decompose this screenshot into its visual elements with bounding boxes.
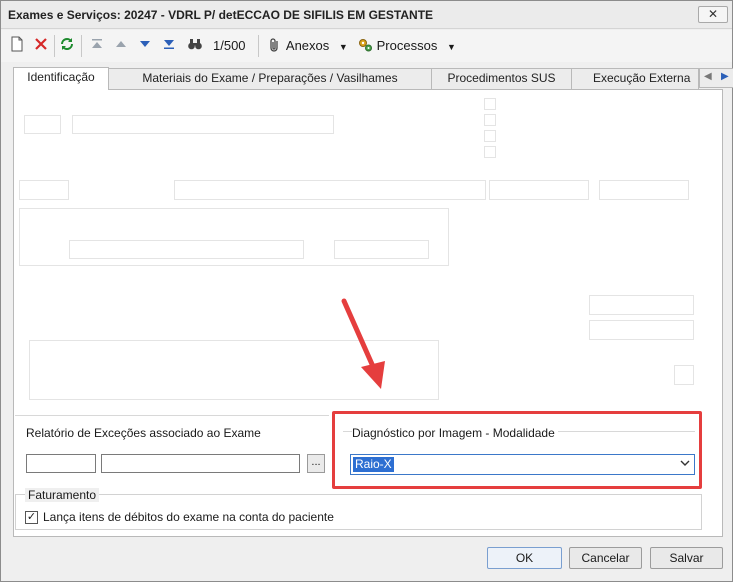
tab-strip: Identificação Materiais do Exame / Prepa… <box>13 67 733 90</box>
tab-scroll-right-icon[interactable]: ▶ <box>721 71 729 82</box>
obscured-field <box>589 295 694 315</box>
tab-materiais[interactable]: Materiais do Exame / Preparações / Vasil… <box>108 68 432 89</box>
first-record-icon[interactable] <box>89 36 105 56</box>
chevron-down-icon: ▼ <box>338 42 348 52</box>
ok-button[interactable]: OK <box>487 547 562 569</box>
window-title: Exames e Serviços: 20247 - VDRL P/ detEC… <box>8 8 434 22</box>
attachments-menu[interactable]: Anexos ▼ <box>267 36 348 56</box>
obscured-field <box>69 240 304 259</box>
obscured-field <box>489 180 589 200</box>
tab-identificacao[interactable]: Identificação <box>13 67 109 90</box>
obscured-checkbox <box>484 130 496 142</box>
save-button[interactable]: Salvar <box>650 547 723 569</box>
billing-checkbox[interactable]: ✓ <box>25 511 38 524</box>
delete-icon[interactable] <box>33 36 49 56</box>
billing-checkbox-label: Lança itens de débitos do exame na conta… <box>43 510 334 524</box>
chevron-down-icon: ▼ <box>446 42 456 52</box>
tab-execucao-externa[interactable]: Execução Externa <box>571 68 699 89</box>
obscured-field <box>334 240 429 259</box>
obscured-field <box>19 180 69 200</box>
obscured-field <box>72 115 334 134</box>
next-record-icon[interactable] <box>137 36 153 56</box>
tab-procedimentos-sus[interactable]: Procedimentos SUS <box>431 68 572 89</box>
record-counter: 1/500 <box>213 38 246 53</box>
toolbar: 1/500 Anexos ▼ Processos ▼ <box>1 30 732 62</box>
paperclip-icon <box>270 38 278 52</box>
processes-menu[interactable]: Processos ▼ <box>357 36 456 56</box>
obscured-field <box>599 180 689 200</box>
dialog-window: Exames e Serviços: 20247 - VDRL P/ detEC… <box>0 0 733 582</box>
processes-label: Processos <box>376 38 438 53</box>
refresh-icon[interactable] <box>59 36 75 56</box>
exceptions-report-title: Relatório de Exceções associado ao Exame <box>26 426 264 440</box>
toolbar-separator <box>54 35 55 57</box>
obscured-field <box>174 180 486 200</box>
close-button[interactable]: ✕ <box>698 6 728 23</box>
billing-title: Faturamento <box>25 488 100 502</box>
obscured-checkbox <box>484 98 496 110</box>
obscured-checkbox <box>484 114 496 126</box>
gears-icon <box>359 39 372 52</box>
group-divider <box>15 415 329 416</box>
annotation-arrow <box>341 298 385 389</box>
exceptions-code-field[interactable] <box>26 454 96 473</box>
obscured-field <box>24 115 61 134</box>
tab-scroll-left-icon[interactable]: ◀ <box>704 71 712 82</box>
highlight-box <box>332 411 702 489</box>
previous-record-icon[interactable] <box>113 36 129 56</box>
obscured-field <box>674 365 694 385</box>
title-bar: Exames e Serviços: 20247 - VDRL P/ detEC… <box>1 1 732 29</box>
exceptions-browse-button[interactable]: ... <box>307 454 325 473</box>
binoculars-icon[interactable] <box>187 36 203 56</box>
tab-scroll-buttons: ◀ ▶ <box>699 68 733 88</box>
exceptions-name-field[interactable] <box>101 454 300 473</box>
toolbar-separator <box>81 35 82 57</box>
obscured-field <box>589 320 694 340</box>
toolbar-separator <box>258 35 259 57</box>
obscured-checkbox <box>484 146 496 158</box>
cancel-button[interactable]: Cancelar <box>569 547 642 569</box>
attachments-label: Anexos <box>285 38 330 53</box>
last-record-icon[interactable] <box>161 36 177 56</box>
new-icon[interactable] <box>9 36 25 56</box>
